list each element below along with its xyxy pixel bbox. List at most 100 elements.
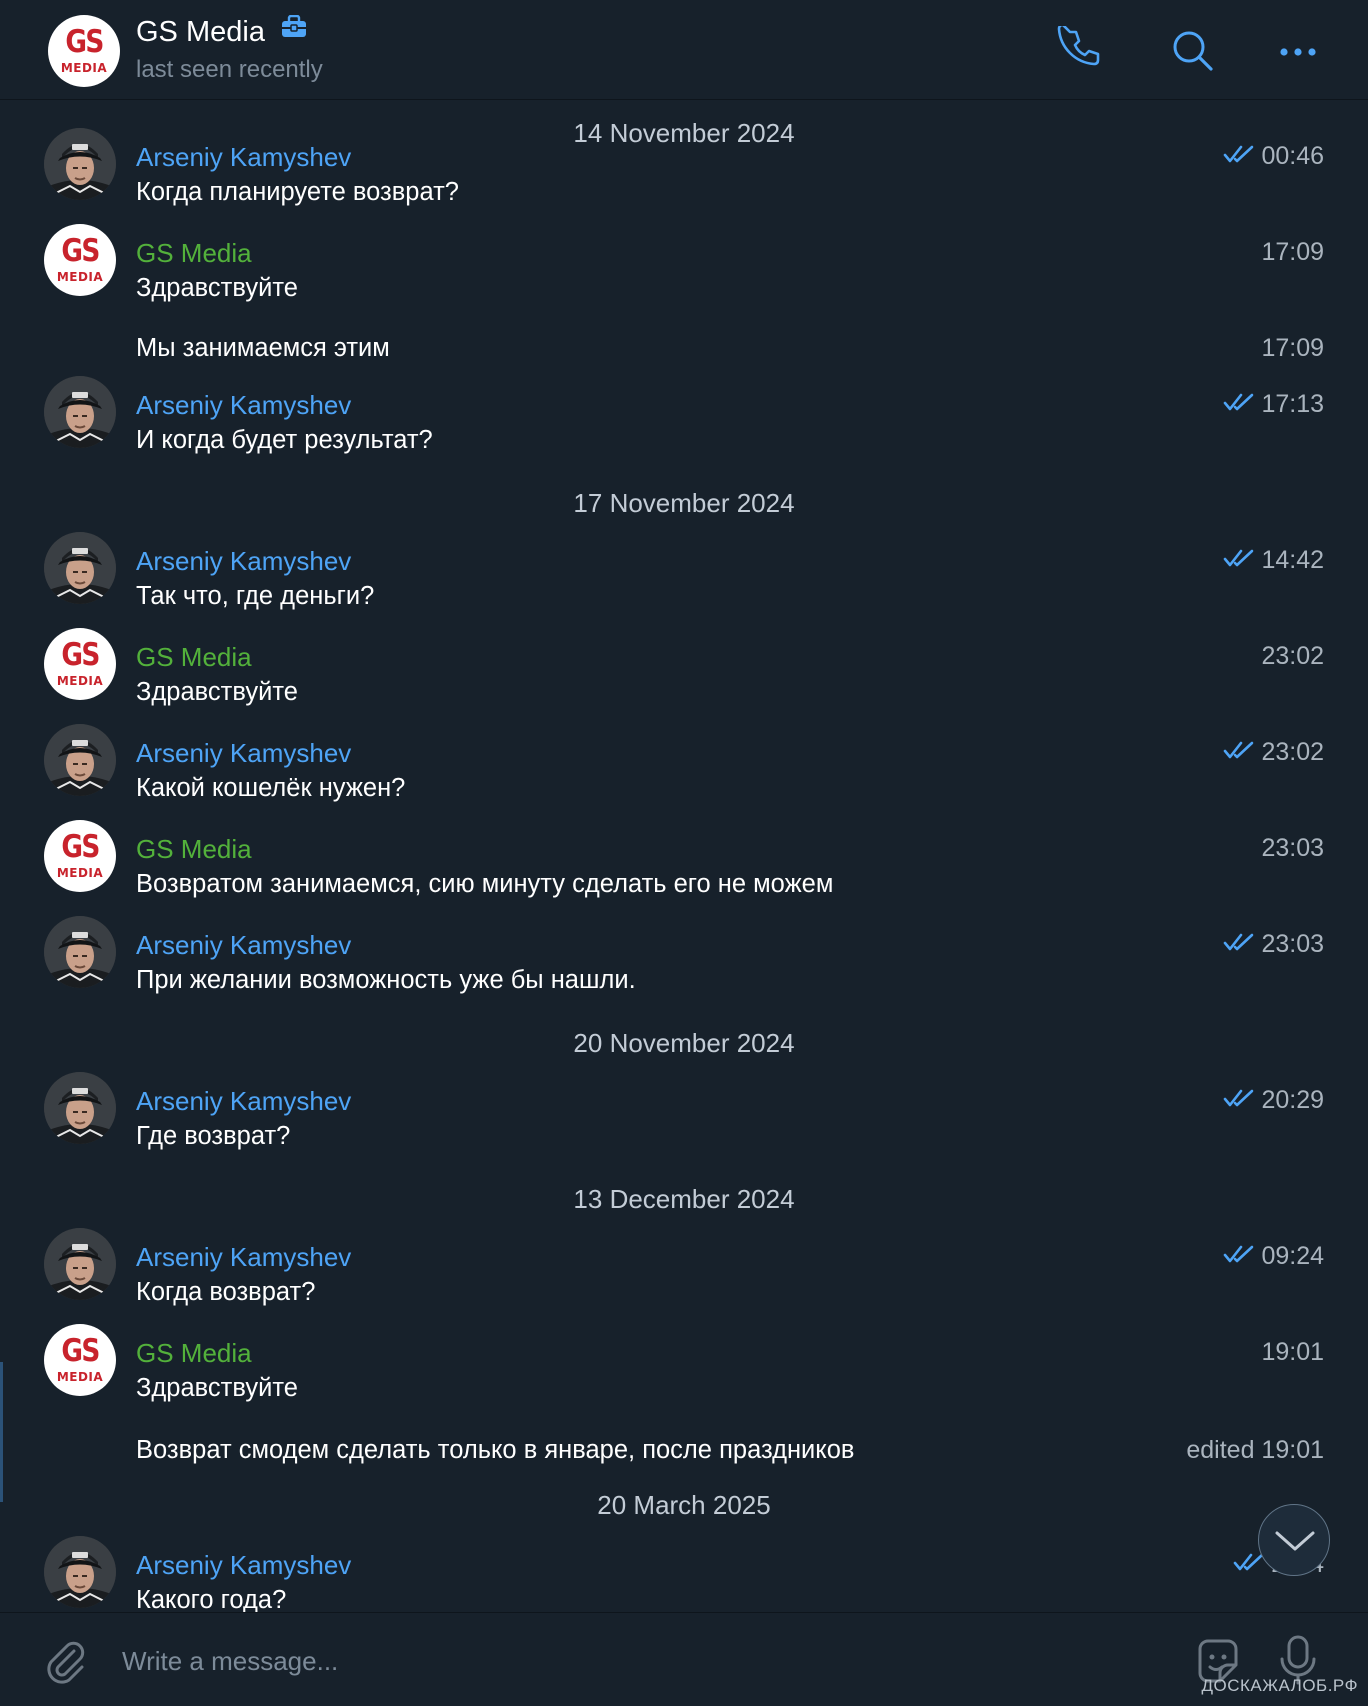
user-avatar-image: [44, 724, 116, 796]
gs-media-avatar[interactable]: GS MEDIA: [44, 628, 116, 700]
gs-media-avatar[interactable]: GS MEDIA: [44, 1324, 116, 1396]
message-text: Когда возврат?: [136, 1278, 316, 1306]
gs-logo-letters: GS: [61, 829, 100, 865]
message-sender[interactable]: GS Media: [136, 1338, 252, 1369]
user-avatar[interactable]: [44, 1072, 116, 1144]
message-text: Так что, где деньги?: [136, 582, 375, 610]
double-check-icon: [1233, 1552, 1265, 1572]
user-avatar-image: [44, 1072, 116, 1144]
double-check-icon: [1223, 144, 1255, 164]
message-sender[interactable]: GS Media: [136, 642, 252, 673]
gs-logo-media: MEDIA: [56, 674, 104, 688]
message-sender[interactable]: Arseniy Kamyshev: [136, 738, 351, 769]
user-avatar-image: [44, 128, 116, 200]
date-separator: 13 December 2024: [573, 1184, 795, 1214]
paperclip-icon[interactable]: [40, 1635, 90, 1685]
message-viewport-bottom: Arseniy Kamyshev 2…4 Какого года?: [0, 1530, 1368, 1612]
message-time: 14:42: [1261, 546, 1324, 574]
watermark: ДОСКАЖАЛОБ.РФ: [1201, 1676, 1358, 1695]
message-time: 23:03: [1261, 834, 1324, 862]
gs-logo-media: MEDIA: [56, 1370, 104, 1384]
double-check-icon: [1223, 548, 1255, 568]
message-meta: 23:02: [1223, 738, 1324, 767]
message-sender[interactable]: Arseniy Kamyshev: [136, 142, 351, 173]
message-meta: 20:29: [1223, 1086, 1324, 1115]
date-separator: 17 November 2024: [573, 488, 795, 518]
message-text: И когда будет результат?: [136, 426, 433, 454]
search-icon[interactable]: [1168, 26, 1216, 74]
message-text: Здравствуйте: [136, 1374, 298, 1402]
user-avatar-image: [44, 532, 116, 604]
user-avatar[interactable]: [44, 916, 116, 988]
chat-avatar[interactable]: GS MEDIA: [48, 15, 120, 87]
message-text: Какого года?: [136, 1586, 287, 1612]
message-text: Мы занимаемся этим: [136, 334, 390, 362]
message-sender[interactable]: Arseniy Kamyshev: [136, 930, 351, 961]
briefcase-icon: [281, 14, 307, 47]
chat-header: GS MEDIA GS Media last seen recently: [0, 0, 1368, 100]
message-text: Где возврат?: [136, 1122, 291, 1150]
message-text: Возврат смодем сделать только в январе, …: [136, 1436, 855, 1464]
message-meta: 14:42: [1223, 546, 1324, 575]
message-sender[interactable]: GS Media: [136, 834, 252, 865]
message-meta: 09:24: [1223, 1242, 1324, 1271]
phone-icon[interactable]: [1056, 23, 1104, 74]
message-time: 17:09: [1261, 334, 1324, 362]
user-avatar-image: [44, 376, 116, 448]
message-sender[interactable]: Arseniy Kamyshev: [136, 1242, 351, 1273]
user-avatar[interactable]: [44, 376, 116, 448]
message-time: 17:09: [1261, 238, 1324, 266]
message-sender[interactable]: Arseniy Kamyshev: [136, 1550, 351, 1581]
double-check-icon: [1223, 392, 1255, 412]
message-text: Какой кошелёк нужен?: [136, 774, 406, 802]
user-avatar-image: [44, 1536, 116, 1608]
date-separator: 20 November 2024: [573, 1028, 795, 1058]
message-meta: 23:03: [1223, 930, 1324, 959]
message-sender[interactable]: GS Media: [136, 238, 252, 269]
message-sender[interactable]: Arseniy Kamyshev: [136, 390, 351, 421]
user-avatar[interactable]: [44, 128, 116, 200]
message-time: edited 19:01: [1186, 1436, 1324, 1464]
double-check-icon: [1223, 1244, 1255, 1264]
chat-title[interactable]: GS Media: [136, 14, 307, 49]
double-check-icon: [1223, 932, 1255, 952]
gs-logo-media: MEDIA: [60, 61, 108, 75]
message-meta: 17:13: [1223, 390, 1324, 419]
more-icon[interactable]: [1274, 26, 1322, 74]
gs-logo-letters: GS: [61, 233, 100, 269]
message-text: При желании возможность уже бы нашли.: [136, 966, 636, 994]
user-avatar[interactable]: [44, 532, 116, 604]
gs-logo-media: MEDIA: [56, 866, 104, 880]
date-separator: 20 March 2025: [597, 1490, 771, 1520]
message-meta: 00:46: [1223, 142, 1324, 171]
gs-logo-letters: GS: [61, 637, 100, 673]
message-time: 23:02: [1261, 642, 1324, 670]
user-avatar[interactable]: [44, 1228, 116, 1300]
gs-media-avatar[interactable]: GS MEDIA: [44, 224, 116, 296]
gs-logo-letters: GS: [65, 24, 104, 60]
gs-media-avatar[interactable]: GS MEDIA: [44, 820, 116, 892]
message-time: 19:01: [1261, 1338, 1324, 1366]
message-input[interactable]: [120, 1635, 1164, 1687]
message-text: Здравствуйте: [136, 678, 298, 706]
double-check-icon: [1223, 1088, 1255, 1108]
scroll-to-bottom-button[interactable]: [1258, 1504, 1330, 1576]
selection-edge: [0, 1362, 3, 1502]
message-text: Здравствуйте: [136, 274, 298, 302]
double-check-icon: [1223, 740, 1255, 760]
user-avatar[interactable]: [44, 724, 116, 796]
message-time: 00:46: [1261, 142, 1324, 170]
message-composer: ДОСКАЖАЛОБ.РФ: [0, 1612, 1368, 1706]
user-avatar[interactable]: [44, 1536, 116, 1608]
message-text: Возвратом занимаемся, сию минуту сделать…: [136, 870, 834, 898]
message-time: 23:02: [1261, 738, 1324, 766]
message-time: 17:13: [1261, 390, 1324, 418]
user-avatar-image: [44, 916, 116, 988]
message-time: 09:24: [1261, 1242, 1324, 1270]
gs-logo-media: MEDIA: [56, 270, 104, 284]
message-sender[interactable]: Arseniy Kamyshev: [136, 546, 351, 577]
message-sender[interactable]: Arseniy Kamyshev: [136, 1086, 351, 1117]
user-avatar-image: [44, 1228, 116, 1300]
gs-logo-letters: GS: [61, 1333, 100, 1369]
message-text: Когда планируете возврат?: [136, 178, 459, 206]
